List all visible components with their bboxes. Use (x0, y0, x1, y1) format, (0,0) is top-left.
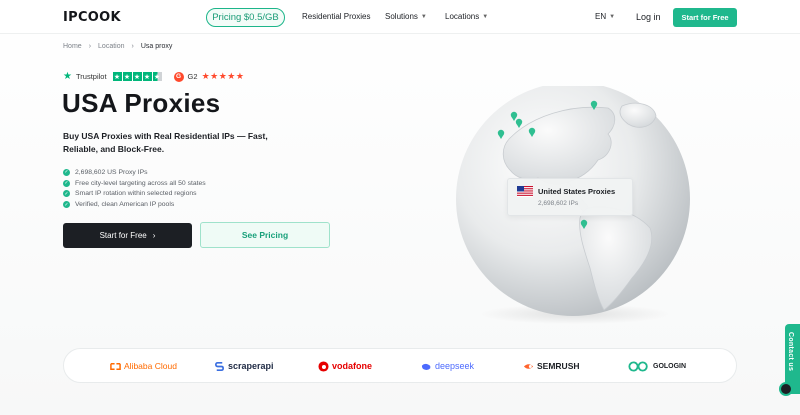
g2-logo-icon: G (173, 71, 184, 82)
check-icon: ✓ (63, 179, 70, 187)
contact-us-label: Contact us (787, 332, 794, 372)
alibaba-cloud-logo: Alibaba Cloud (110, 359, 177, 373)
vodafone-icon (318, 360, 329, 372)
nav-label: Locations (445, 12, 480, 21)
partner-name: scraperapi (228, 361, 274, 371)
semrush-icon (523, 363, 534, 369)
start-for-free-header-button[interactable]: Start for Free (673, 8, 737, 27)
hero-subtitle: Buy USA Proxies with Real Residential IP… (63, 131, 268, 154)
feature-item: ✓ 2,698,602 US Proxy IPs (63, 167, 206, 178)
check-icon: ✓ (63, 168, 70, 176)
button-label: Start for Free (99, 231, 147, 240)
gologin-logo: GOLOGIN (628, 359, 686, 373)
start-for-free-button[interactable]: Start for Free › (63, 223, 192, 248)
chevron-right-icon: › (152, 231, 156, 240)
partner-name: deepseek (435, 361, 475, 371)
check-icon: ✓ (63, 201, 70, 209)
alibaba-cloud-icon (110, 362, 121, 370)
star-icon: ★ (122, 72, 132, 81)
check-icon: ✓ (63, 190, 70, 198)
nav-label: Residential Proxies (302, 12, 371, 21)
feature-item: ✓ Free city-level targeting across all 5… (63, 178, 206, 189)
tooltip-ip-count: 2,698,602 IPs (538, 200, 579, 207)
star-icon: ★ (132, 72, 142, 81)
pricing-pill[interactable]: Pricing $0.5/GB (206, 8, 285, 27)
chevron-down-icon: ▼ (609, 13, 616, 20)
deepseek-whale-icon (421, 363, 431, 370)
feature-text: Smart IP rotation within selected region… (75, 190, 197, 198)
scraperapi-icon (215, 361, 224, 371)
tooltip-title: United States Proxies (538, 187, 616, 196)
breadcrumb-location[interactable]: Location (98, 43, 124, 50)
chevron-down-icon: ▼ (482, 13, 489, 20)
feature-item: ✓ Smart IP rotation within selected regi… (63, 189, 206, 200)
partner-name: GOLOGIN (653, 362, 687, 370)
top-navbar: IPCOOK Pricing $0.5/GB Residential Proxi… (0, 0, 800, 34)
breadcrumb-home[interactable]: Home (63, 43, 82, 50)
ratings-row: ★ Trustpilot ★ ★ ★ ★ ★ G G2 ★★★★★ (63, 71, 244, 82)
feature-text: Verified, clean American IP pools (75, 201, 175, 209)
scraperapi-logo: scraperapi (214, 359, 274, 373)
partner-name: Alibaba Cloud (124, 361, 177, 371)
gologin-icon (628, 360, 648, 372)
nav-locations[interactable]: Locations ▼ (445, 12, 488, 21)
feature-list: ✓ 2,698,602 US Proxy IPs ✓ Free city-lev… (63, 167, 206, 210)
partner-logos-bar: Alibaba Cloud scraperapi vodafone deepse… (63, 348, 737, 383)
chevron-right-icon: › (88, 43, 92, 50)
feature-text: 2,698,602 US Proxy IPs (75, 168, 148, 176)
partner-name: vodafone (332, 361, 373, 371)
g2-label: G2 (187, 72, 198, 81)
trustpilot-label: Trustpilot (75, 72, 107, 81)
page-title: USA Proxies (62, 88, 221, 118)
vodafone-logo: vodafone (318, 359, 372, 373)
trustpilot-rating: ★ ★ ★ ★ ★ (112, 72, 162, 81)
chevron-down-icon: ▼ (420, 13, 427, 20)
chat-icon[interactable] (779, 382, 793, 396)
star-icon: ★ (142, 72, 152, 81)
semrush-logo: SEMRUSH (523, 359, 580, 373)
feature-text: Free city-level targeting across all 50 … (75, 179, 206, 187)
nav-label: Solutions (385, 12, 418, 21)
g2-rating-stars: ★★★★★ (201, 71, 245, 81)
star-icon: ★ (112, 72, 122, 81)
ipcook-logo[interactable]: IPCOOK (63, 10, 121, 25)
deepseek-logo: deepseek (421, 359, 474, 373)
partner-name: SEMRUSH (537, 361, 580, 371)
feature-item: ✓ Verified, clean American IP pools (63, 199, 206, 210)
half-star-icon: ★ (152, 72, 162, 81)
see-pricing-button[interactable]: See Pricing (200, 222, 330, 248)
trustpilot-star-icon: ★ (63, 71, 72, 82)
breadcrumb-current: Usa proxy (140, 43, 173, 50)
location-tooltip: United States Proxies 2,698,602 IPs (507, 178, 633, 216)
breadcrumb: Home › Location › Usa proxy (63, 43, 172, 50)
login-link[interactable]: Log in (636, 12, 661, 22)
nav-residential-proxies[interactable]: Residential Proxies (302, 12, 370, 21)
nav-solutions[interactable]: Solutions ▼ (385, 12, 427, 21)
language-label: EN (595, 12, 607, 21)
language-selector[interactable]: EN ▼ (595, 12, 615, 21)
us-flag-icon (517, 186, 533, 197)
chevron-right-icon: › (131, 43, 134, 50)
